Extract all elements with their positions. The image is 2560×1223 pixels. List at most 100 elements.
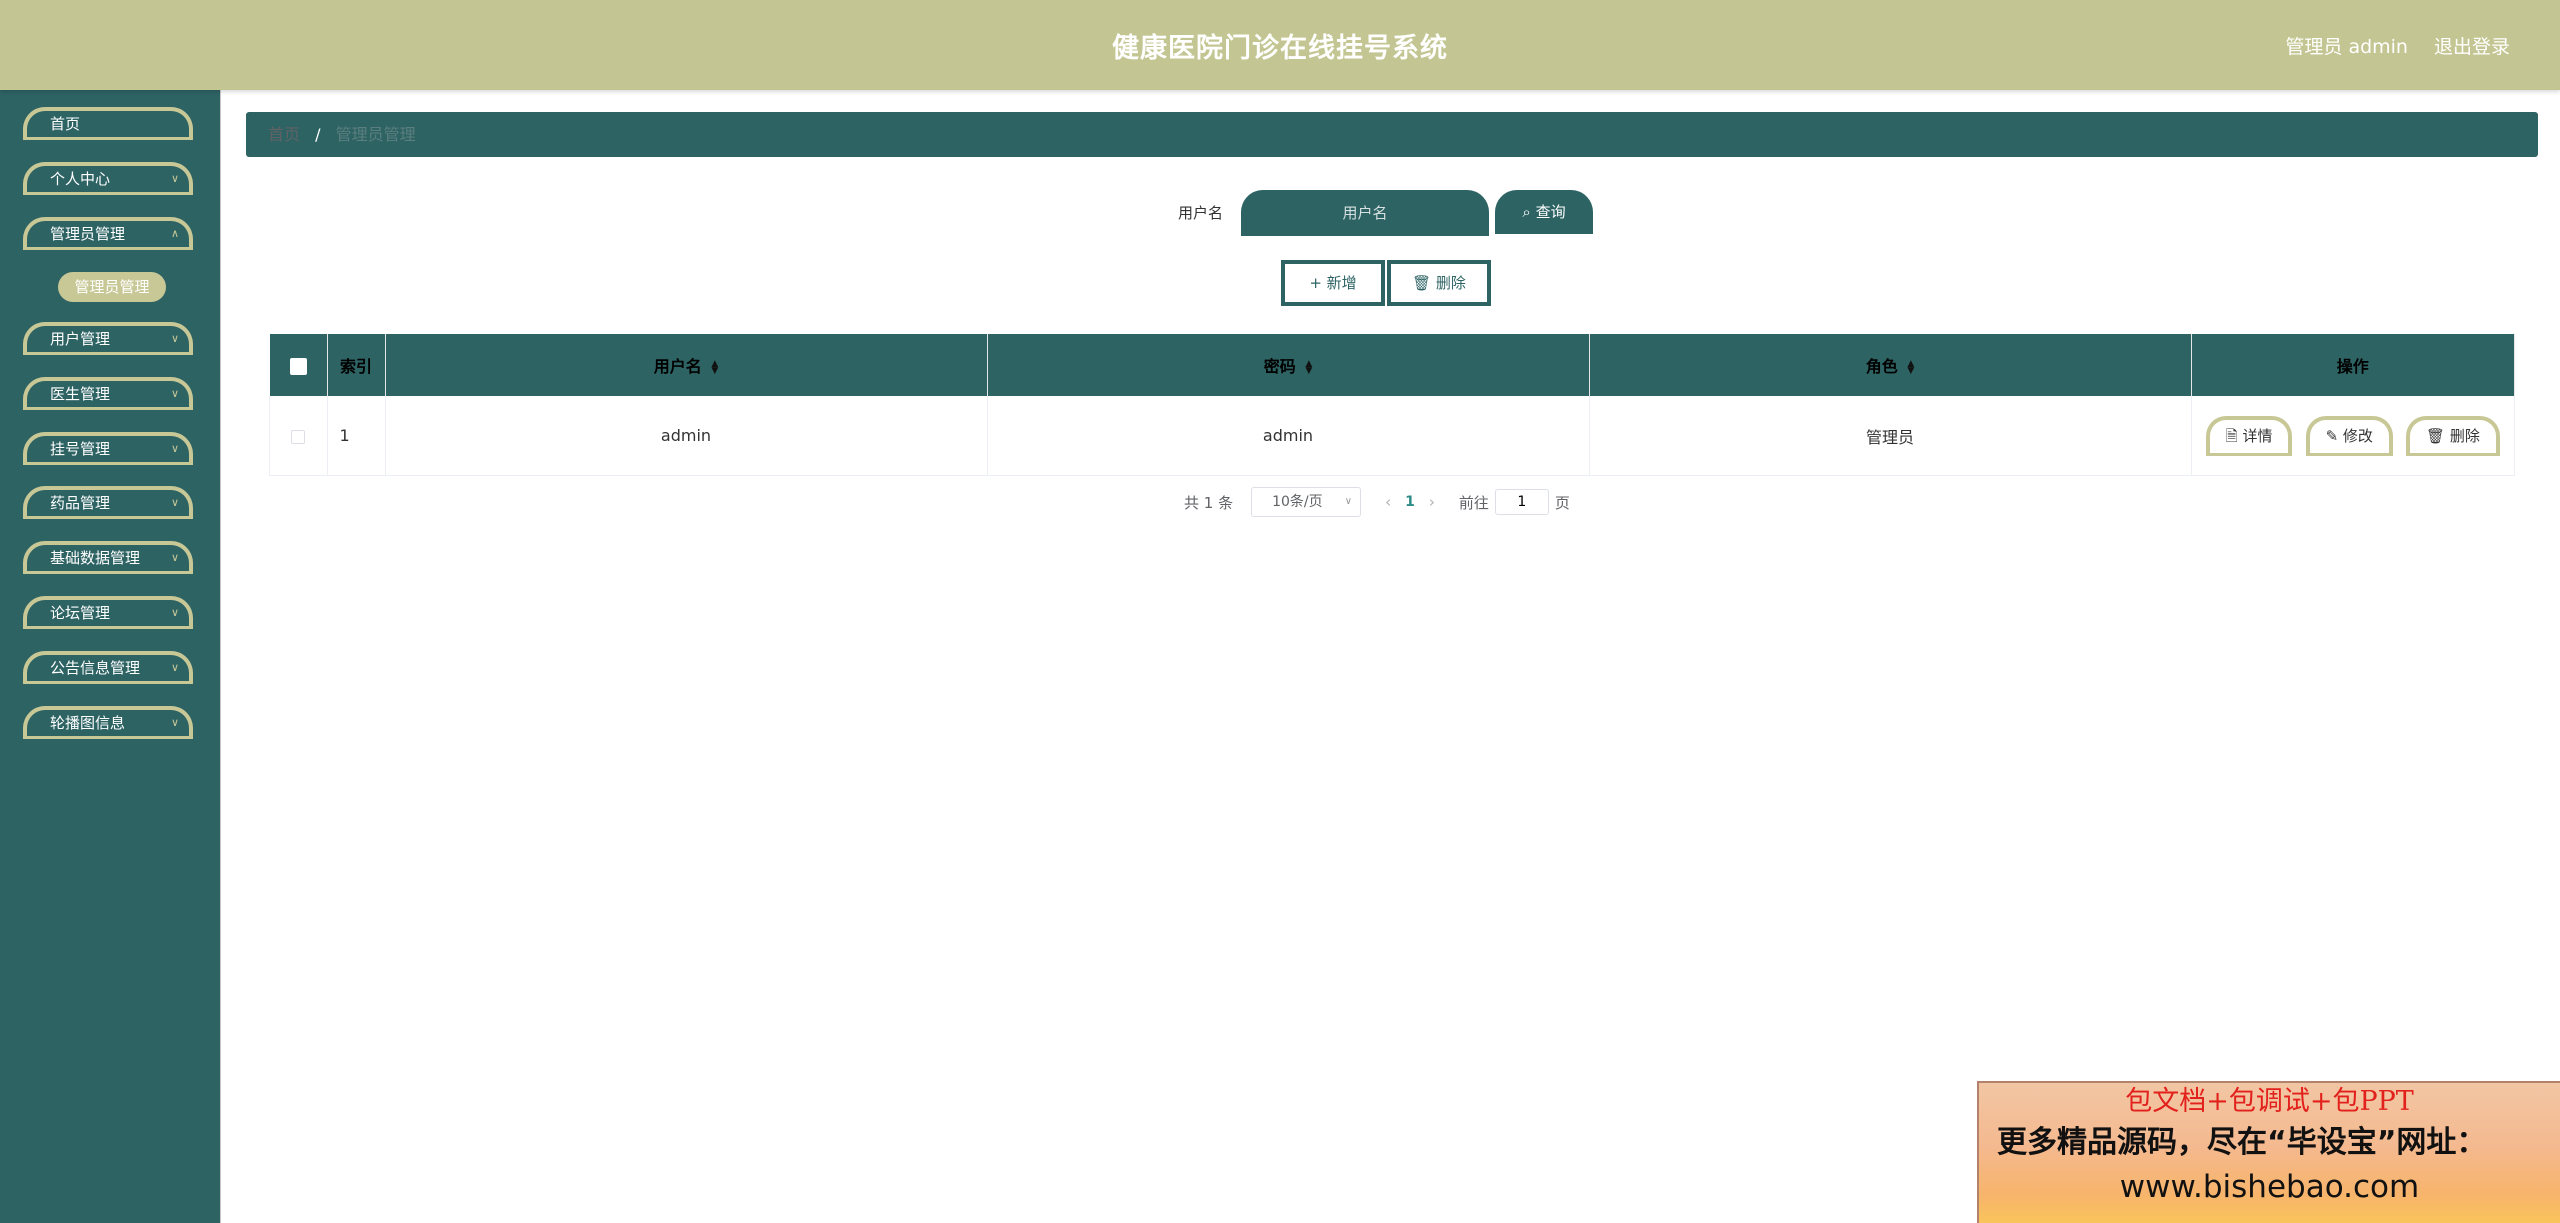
chevron-down-icon: ∨: [170, 716, 179, 729]
table-header-row: 索引 用户名 ▲ ▼ 密码 ▲ ▼ 角色 ▲ ▼ 操作: [269, 334, 2515, 396]
promo-line-1: 包文档+包调试+包PPT: [2125, 1086, 2414, 1117]
header-user-area: 管理员 admin 退出登录: [2285, 32, 2510, 59]
cell-role: 管理员: [1589, 396, 2192, 476]
sidebar-item-registration-management[interactable]: 挂号管理 ∨: [23, 432, 193, 465]
goto-page-input[interactable]: [1494, 489, 1549, 515]
delete-button-label: 删除: [2449, 426, 2480, 445]
delete-button[interactable]: 🗑︎ 删除: [2406, 415, 2500, 456]
column-header-username[interactable]: 用户名 ▲ ▼: [385, 334, 988, 396]
breadcrumb: 首页 / 管理员管理: [246, 112, 2538, 157]
column-header-operation: 操作: [2191, 334, 2515, 396]
table-row: 1 admin admin 管理员 🗎︎ 详情 ✎ 修改 🗑︎ 删除: [269, 396, 2515, 476]
breadcrumb-home[interactable]: 首页: [268, 125, 300, 144]
chevron-down-icon: ∨: [170, 661, 179, 674]
sidebar-item-personal-center[interactable]: 个人中心 ∨: [23, 162, 193, 195]
pagination-total: 共 1 条: [1184, 493, 1234, 512]
current-user-label[interactable]: 管理员 admin: [2285, 32, 2408, 59]
app-title: 健康医院门诊在线挂号系统: [1112, 33, 1448, 64]
column-header-label: 密码: [1263, 357, 1296, 376]
page-size-value: 10条/页: [1272, 494, 1323, 510]
add-button-label: 新增: [1326, 274, 1357, 292]
sidebar-item-label: 用户管理: [50, 330, 111, 348]
chevron-down-icon: ∨: [170, 606, 179, 619]
sidebar-item-label: 首页: [50, 115, 81, 133]
sidebar-item-medicine-management[interactable]: 药品管理 ∨: [23, 486, 193, 519]
search-label: 用户名: [1178, 204, 1224, 222]
select-all-checkbox[interactable]: [289, 357, 307, 375]
sidebar-item-label: 个人中心: [50, 170, 111, 188]
trash-icon: 🗑︎: [1412, 274, 1432, 292]
sidebar-item-home[interactable]: 首页: [23, 107, 193, 140]
chevron-down-icon: ∨: [170, 551, 179, 564]
page-number-current[interactable]: 1: [1405, 494, 1415, 510]
sidebar-item-label: 轮播图信息: [50, 714, 126, 732]
query-button-label: 查询: [1535, 203, 1566, 221]
sidebar-item-label: 挂号管理: [50, 440, 111, 458]
page-suffix: 页: [1554, 493, 1570, 512]
column-header-label: 角色: [1865, 357, 1898, 376]
cell-username: admin: [385, 396, 988, 476]
sidebar-item-forum-management[interactable]: 论坛管理 ∨: [23, 596, 193, 629]
chevron-down-icon: ∨: [170, 496, 179, 509]
chevron-down-icon: ∨: [1344, 496, 1353, 507]
cell-operations: 🗎︎ 详情 ✎ 修改 🗑︎ 删除: [2191, 396, 2515, 476]
pencil-icon: ✎: [2325, 426, 2339, 445]
add-button[interactable]: + 新增: [1281, 260, 1385, 306]
chevron-down-icon: ∨: [170, 442, 179, 455]
sidebar-item-doctor-management[interactable]: 医生管理 ∨: [23, 377, 193, 410]
promo-banner[interactable]: 包文档+包调试+包PPT 更多精品源码，尽在“毕设宝”网址： www.bishe…: [1977, 1081, 2560, 1223]
sidebar-item-label: 论坛管理: [50, 604, 111, 622]
sidebar-item-label: 医生管理: [50, 385, 111, 403]
row-select-cell: [269, 396, 328, 476]
breadcrumb-separator: /: [315, 125, 321, 144]
chevron-down-icon: ∨: [170, 387, 179, 400]
sort-icon[interactable]: ▲ ▼: [1907, 359, 1914, 375]
batch-delete-button[interactable]: 🗑︎ 删除: [1387, 260, 1491, 306]
sidebar-item-admin-management[interactable]: 管理员管理 ∧: [23, 217, 193, 250]
sort-icon[interactable]: ▲ ▼: [711, 359, 718, 375]
page-size-select[interactable]: 10条/页 ∨: [1251, 487, 1362, 517]
breadcrumb-current: 管理员管理: [335, 125, 416, 144]
cell-index: 1: [327, 396, 386, 476]
submenu-item-admin-management[interactable]: 管理员管理: [58, 272, 166, 302]
select-all-header: [269, 334, 328, 396]
top-bar: 健康医院门诊在线挂号系统 管理员 admin 退出登录: [0, 0, 2560, 90]
next-page-icon[interactable]: ›: [1429, 493, 1435, 511]
sidebar-item-label: 基础数据管理: [50, 549, 141, 567]
sidebar-item-label: 公告信息管理: [50, 659, 141, 677]
plus-icon: +: [1309, 274, 1322, 292]
logout-link[interactable]: 退出登录: [2434, 32, 2510, 59]
sidebar-item-basic-data-management[interactable]: 基础数据管理 ∨: [23, 541, 193, 574]
detail-button[interactable]: 🗎︎ 详情: [2205, 415, 2293, 456]
trash-icon: 🗑︎: [2426, 426, 2446, 445]
query-button[interactable]: ⌕ 查询: [1495, 190, 1593, 234]
goto-label: 前往: [1458, 493, 1489, 512]
sidebar-item-label: 药品管理: [50, 494, 111, 512]
pagination: 共 1 条 10条/页 ∨ ‹ 1 › 前往 页: [1184, 486, 1570, 518]
sidebar-item-user-management[interactable]: 用户管理 ∨: [23, 322, 193, 355]
edit-button-label: 修改: [2342, 426, 2373, 445]
chevron-down-icon: ∨: [170, 172, 179, 185]
promo-line-3: www.bishebao.com: [2119, 1169, 2420, 1205]
prev-page-icon[interactable]: ‹: [1385, 493, 1391, 511]
detail-button-label: 详情: [2242, 426, 2273, 445]
sort-icon[interactable]: ▲ ▼: [1305, 359, 1312, 375]
promo-line-2: 更多精品源码，尽在“毕设宝”网址：: [1997, 1125, 2487, 1160]
sidebar-item-label: 管理员管理: [50, 225, 126, 243]
search-icon: ⌕: [1522, 203, 1531, 221]
row-checkbox[interactable]: [291, 429, 306, 444]
sidebar: 首页 个人中心 ∨ 管理员管理 ∧ 管理员管理 用户管理 ∨ 医生管理 ∨ 挂号…: [0, 90, 221, 1223]
batch-delete-button-label: 删除: [1435, 274, 1466, 292]
edit-button[interactable]: ✎ 修改: [2305, 415, 2393, 456]
username-search-input[interactable]: [1241, 190, 1489, 236]
document-icon: 🗎︎: [2225, 426, 2238, 445]
sidebar-item-notice-management[interactable]: 公告信息管理 ∨: [23, 651, 193, 684]
cell-password: admin: [987, 396, 1590, 476]
chevron-up-icon: ∧: [170, 227, 179, 240]
column-header-index: 索引: [327, 334, 386, 396]
column-header-role[interactable]: 角色 ▲ ▼: [1589, 334, 2192, 396]
chevron-down-icon: ∨: [170, 332, 179, 345]
column-header-label: 用户名: [653, 357, 702, 376]
sidebar-item-carousel-info[interactable]: 轮播图信息 ∨: [23, 706, 193, 739]
column-header-password[interactable]: 密码 ▲ ▼: [987, 334, 1590, 396]
